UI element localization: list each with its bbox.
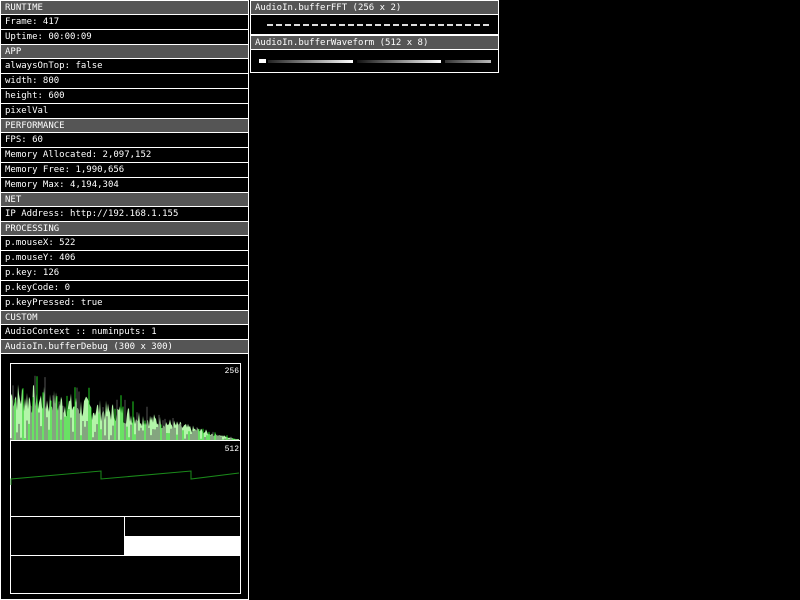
mouse-y-row: p.mouseY: 406 [1,251,248,266]
section-header-custom: CUSTOM [1,311,248,325]
buffer-debug-view: 256 512 [1,354,248,594]
fft-buffer-graphic [267,24,489,26]
waveform-buffer-graphic [259,59,491,63]
buffer-fft-header: AudioIn.bufferFFT (256 x 2) [251,1,498,15]
buffer-waveform-panel: AudioIn.bufferWaveform (512 x 8) [250,35,499,73]
section-header-app: APP [1,45,248,59]
memory-free-row: Memory Free: 1,990,656 [1,163,248,178]
waveform-segment [357,60,441,63]
key-row: p.key: 126 [1,266,248,281]
audio-context-row: AudioContext :: numinputs: 1 [1,325,248,340]
width-row: width: 800 [1,74,248,89]
debug-panel-left: RUNTIME Frame: 417 Uptime: 00:00:09 APP … [0,0,249,600]
frame-row: Frame: 417 [1,15,248,30]
section-header-processing: PROCESSING [1,222,248,236]
memory-max-row: Memory Max: 4,194,304 [1,178,248,193]
waveform-segment [268,60,353,63]
section-header-performance: PERFORMANCE [1,119,248,133]
buffer-waveform-header: AudioIn.bufferWaveform (512 x 8) [251,36,498,50]
buffer-debug-header: AudioIn.bufferDebug (300 x 300) [1,340,248,354]
height-row: height: 600 [1,89,248,104]
buffer-debug-graphic: 256 512 [10,363,241,594]
buffer-waveform-strip [251,50,498,70]
waveform-segment [445,60,491,63]
waveform-size-label: 512 [225,445,240,454]
key-code-row: p.keyCode: 0 [1,281,248,296]
buffer-fft-strip [251,15,498,35]
uptime-row: Uptime: 00:00:09 [1,30,248,45]
pixel-val-row: pixelVal [1,104,248,119]
section-header-net: NET [1,193,248,207]
fps-row: FPS: 60 [1,133,248,148]
section-header-runtime: RUNTIME [1,1,248,15]
fft-size-label: 256 [225,367,240,376]
level-block [125,536,241,555]
ip-address-row: IP Address: http://192.168.1.155 [1,207,248,222]
memory-allocated-row: Memory Allocated: 2,097,152 [1,148,248,163]
always-on-top-row: alwaysOnTop: false [1,59,248,74]
key-pressed-row: p.keyPressed: true [1,296,248,311]
waveform-segment [259,59,266,63]
mouse-x-row: p.mouseX: 522 [1,236,248,251]
buffer-fft-panel: AudioIn.bufferFFT (256 x 2) [250,0,499,35]
